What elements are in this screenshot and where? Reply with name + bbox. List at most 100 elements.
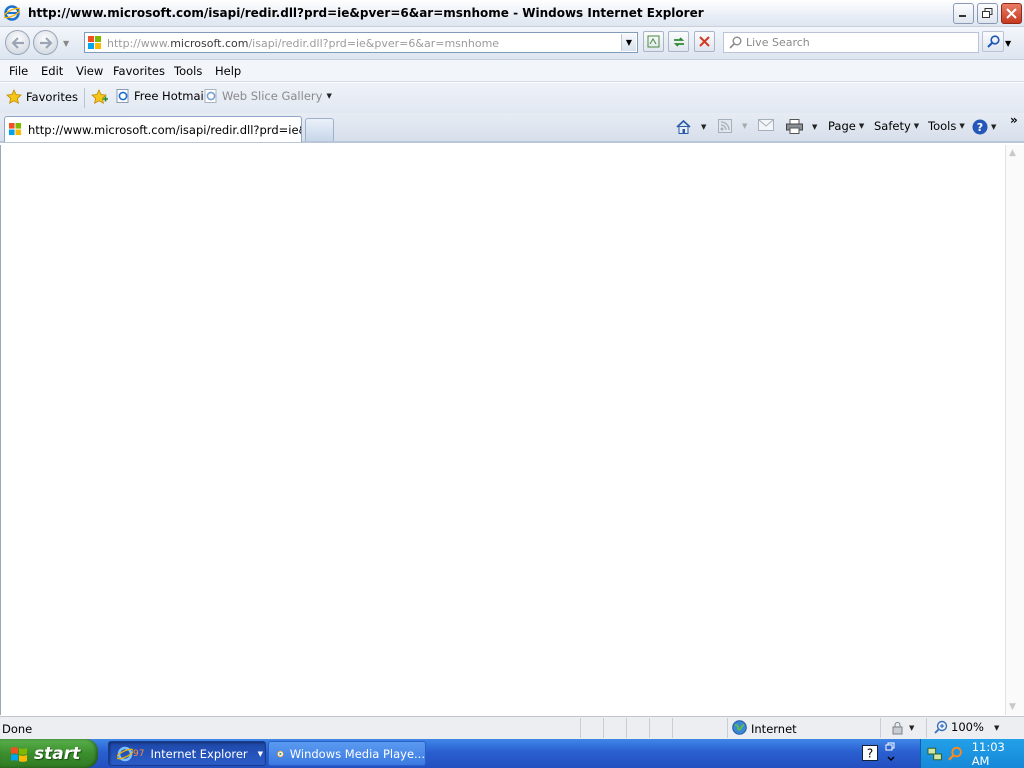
stop-button[interactable] — [694, 31, 715, 52]
protected-mode-button[interactable]: ▼ — [890, 721, 914, 735]
print-dropdown-icon[interactable]: ▼ — [812, 123, 817, 131]
compatibility-view-icon — [647, 35, 660, 48]
safety-menu-button[interactable]: Safety ▼ — [874, 119, 919, 133]
chevron-down-icon: ▼ — [991, 123, 997, 131]
microsoft-logo-icon — [9, 123, 22, 136]
svg-text:?: ? — [977, 121, 983, 134]
menu-favorites[interactable]: Favorites — [113, 64, 165, 78]
chevron-down-icon: ▼ — [257, 749, 263, 758]
free-hotmail-label: Free Hotmail — [134, 89, 207, 103]
feeds-button[interactable]: ▼ — [718, 119, 747, 133]
print-button[interactable]: ▼ — [786, 119, 817, 134]
search-button[interactable] — [982, 31, 1004, 52]
search-box — [723, 32, 979, 53]
search-tray-icon[interactable] — [948, 746, 963, 762]
internet-explorer-icon — [117, 746, 133, 761]
forward-button[interactable] — [33, 30, 58, 55]
mail-icon — [758, 119, 774, 131]
favorite-link-free-hotmail[interactable]: Free Hotmail — [116, 89, 207, 103]
status-separator — [626, 718, 627, 738]
vertical-scrollbar[interactable]: ▲ ▼ — [1005, 145, 1024, 715]
taskbar-item-windows-media-player[interactable]: Windows Media Playe... — [268, 741, 426, 766]
ie-page-icon — [204, 89, 217, 103]
task-count-badge: 97 — [133, 748, 145, 759]
svg-text:?: ? — [867, 747, 873, 761]
refresh-icon — [673, 36, 684, 47]
back-arrow-icon — [10, 36, 24, 49]
feeds-dropdown-icon: ▼ — [742, 122, 748, 130]
help-button[interactable]: ? ▼ — [972, 119, 996, 135]
tab-label: http://www.microsoft.com/isapi/redir.dll… — [27, 122, 301, 137]
status-text: Done — [2, 722, 33, 736]
web-slice-gallery-label: Web Slice Gallery — [222, 89, 323, 103]
address-bar[interactable]: http://www.microsoft.com/isapi/redir.dll… — [84, 32, 638, 53]
status-separator — [603, 718, 604, 738]
new-tab-button[interactable] — [305, 118, 334, 141]
menu-edit[interactable]: Edit — [41, 64, 63, 78]
minimize-icon — [959, 15, 966, 17]
status-separator — [727, 718, 728, 738]
taskbar-item-label: Windows Media Playe... — [289, 746, 425, 761]
microsoft-logo-icon — [88, 36, 101, 49]
tab-active[interactable]: http://www.microsoft.com/isapi/redir.dll… — [4, 116, 302, 142]
zoom-icon — [934, 720, 948, 734]
scroll-down-icon[interactable]: ▼ — [1009, 702, 1016, 712]
restore-button[interactable] — [977, 3, 998, 24]
home-dropdown-icon[interactable]: ▼ — [701, 123, 706, 131]
status-separator — [580, 718, 581, 738]
chevron-down-icon: ▼ — [909, 724, 915, 732]
back-button[interactable] — [5, 30, 30, 55]
minimize-button[interactable] — [953, 3, 974, 24]
ie-page-icon — [116, 89, 129, 103]
menu-help[interactable]: Help — [215, 64, 241, 78]
page-content[interactable] — [0, 145, 1005, 715]
home-button[interactable]: ▼ — [675, 119, 706, 134]
security-zone-label: Internet — [751, 722, 797, 736]
close-button[interactable] — [1001, 3, 1022, 24]
media-player-icon — [277, 750, 284, 757]
stop-icon — [699, 36, 710, 47]
favorites-button[interactable]: Favorites — [6, 89, 78, 105]
network-icon[interactable] — [927, 746, 942, 762]
status-bar: Done Internet ▼ 100% ▼ — [0, 716, 1024, 739]
rss-feed-icon — [718, 119, 732, 133]
clock[interactable]: 11:03 AM — [972, 740, 1024, 768]
favorite-link-web-slice-gallery[interactable]: Web Slice Gallery ▼ — [204, 89, 332, 103]
start-label: start — [34, 743, 81, 764]
start-button[interactable]: start — [0, 739, 98, 768]
system-tray: 11:03 AM — [920, 739, 1024, 768]
menu-file[interactable]: File — [9, 64, 28, 78]
search-input[interactable] — [746, 35, 971, 50]
windows-logo-icon — [11, 746, 27, 762]
more-commands-chevron-icon[interactable]: » — [1010, 113, 1018, 127]
add-favorite-star-icon — [91, 89, 108, 104]
page-menu-button[interactable]: Page ▼ — [828, 119, 864, 133]
zoom-dropdown-icon[interactable]: ▼ — [994, 724, 999, 732]
zoom-button[interactable]: 100% — [934, 720, 984, 734]
recent-pages-dropdown[interactable]: ▼ — [63, 39, 69, 48]
address-dropdown-button[interactable]: ▼ — [621, 34, 636, 51]
tools-menu-label: Tools — [928, 119, 957, 133]
read-mail-button[interactable] — [758, 119, 774, 131]
menu-tools[interactable]: Tools — [174, 64, 202, 78]
search-icon — [729, 36, 742, 49]
add-to-favorites-button[interactable] — [91, 89, 108, 105]
zoom-level: 100% — [951, 720, 984, 734]
favorites-bar: Favorites Free Hotmail Web Slice Gallery… — [0, 83, 1024, 113]
search-options-dropdown[interactable]: ▼ — [1005, 39, 1011, 48]
menu-view[interactable]: View — [76, 64, 103, 78]
address-url: http://www.microsoft.com/isapi/redir.dll… — [107, 37, 500, 50]
page-menu-label: Page — [828, 119, 856, 133]
restore-bar-icon[interactable] — [885, 742, 897, 767]
search-go-icon — [986, 35, 1000, 48]
taskbar-item-internet-explorer[interactable]: 97 Internet Explorer ▼ — [108, 741, 266, 766]
home-icon — [676, 119, 691, 134]
compatibility-view-button[interactable] — [643, 31, 664, 52]
refresh-button[interactable] — [668, 31, 689, 52]
language-help-icon[interactable]: ? — [862, 745, 878, 764]
tools-menu-button[interactable]: Tools ▼ — [928, 119, 965, 133]
status-separator — [649, 718, 650, 738]
menu-bar: File Edit View Favorites Tools Help — [0, 60, 1024, 82]
chevron-down-icon: ▼ — [913, 122, 920, 130]
scroll-up-icon[interactable]: ▲ — [1009, 148, 1016, 158]
